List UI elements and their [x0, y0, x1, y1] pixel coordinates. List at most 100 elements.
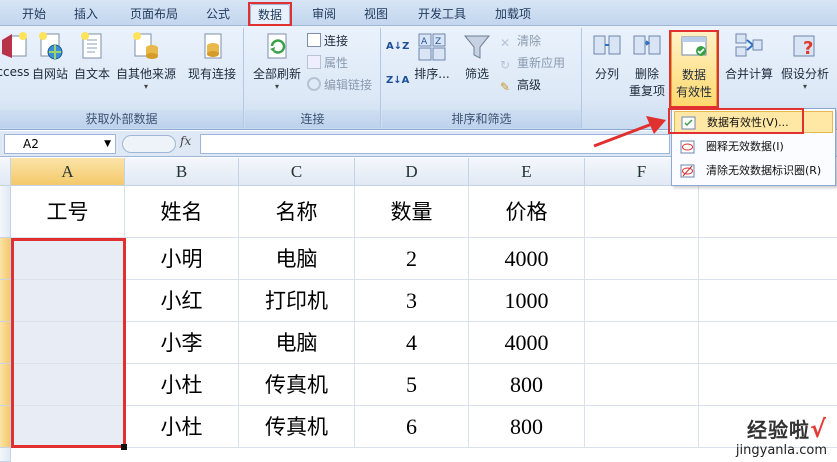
sort-descending-icon[interactable]: Z↓A — [386, 72, 409, 90]
from-access-button[interactable]: ccess — [0, 30, 30, 79]
cell-b1[interactable]: 姓名 — [125, 186, 239, 238]
cell-b3[interactable]: 小红 — [125, 280, 239, 322]
tab-formulas[interactable]: 公式 — [196, 4, 240, 24]
cell-g4[interactable] — [699, 322, 837, 364]
cell-b6[interactable]: 小杜 — [125, 406, 239, 448]
row-header-4[interactable] — [0, 322, 11, 364]
menu-item-clear-circles[interactable]: 清除无效数据标识圈(R) — [674, 160, 833, 182]
cell-e1[interactable]: 价格 — [469, 186, 585, 238]
name-box[interactable]: A2 ▼ — [4, 134, 116, 154]
select-all-corner[interactable] — [0, 158, 11, 186]
tab-page-layout[interactable]: 页面布局 — [118, 4, 190, 24]
consolidate-button[interactable]: 合并计算 — [723, 30, 775, 82]
row-header-5[interactable] — [0, 364, 11, 406]
cell-a6[interactable] — [11, 406, 125, 448]
cell-a5[interactable] — [11, 364, 125, 406]
row-header-3[interactable] — [0, 280, 11, 322]
cell-c4[interactable]: 电脑 — [239, 322, 355, 364]
column-header-c[interactable]: C — [239, 158, 355, 186]
refresh-all-button[interactable]: 全部刷新 ▾ — [249, 30, 305, 91]
tab-developer[interactable]: 开发工具 — [408, 4, 476, 24]
cell-c6[interactable]: 传真机 — [239, 406, 355, 448]
sort-button[interactable]: A Z 排序... — [412, 30, 452, 82]
chevron-down-icon[interactable]: ▼ — [104, 135, 111, 153]
cell-f3[interactable] — [585, 280, 699, 322]
cell-a3[interactable] — [11, 280, 125, 322]
cell-b2[interactable]: 小明 — [125, 238, 239, 280]
cell-e2[interactable]: 4000 — [469, 238, 585, 280]
cell-d6[interactable]: 6 — [355, 406, 469, 448]
row-header-1[interactable] — [0, 186, 11, 238]
web-icon — [39, 32, 63, 60]
cell-c5[interactable]: 传真机 — [239, 364, 355, 406]
column-header-e[interactable]: E — [469, 158, 585, 186]
cell-e4[interactable]: 4000 — [469, 322, 585, 364]
from-text-button[interactable]: 自文本 — [72, 30, 112, 82]
cell-f2[interactable] — [585, 238, 699, 280]
properties-button[interactable]: 属性 — [307, 54, 348, 72]
cell-d4[interactable]: 4 — [355, 322, 469, 364]
sort-ascending-icon[interactable]: A↓Z — [386, 38, 409, 56]
cell-e5[interactable]: 800 — [469, 364, 585, 406]
fill-handle[interactable] — [121, 444, 127, 450]
cell-f1[interactable] — [585, 186, 699, 238]
data-validation-small-icon — [681, 116, 696, 130]
cell-e3[interactable]: 1000 — [469, 280, 585, 322]
column-header-d[interactable]: D — [355, 158, 469, 186]
cell-g5[interactable] — [699, 364, 837, 406]
row-header-2[interactable] — [0, 238, 11, 280]
tab-home[interactable]: 开始 — [14, 4, 54, 24]
reapply-button[interactable]: ↻ 重新应用 — [500, 54, 565, 72]
row-header-6[interactable] — [0, 406, 11, 448]
cell-c2[interactable]: 电脑 — [239, 238, 355, 280]
remove-duplicates-button[interactable]: 删除 重复项 — [627, 30, 667, 99]
row-header-7[interactable] — [0, 448, 11, 462]
cell-d1[interactable]: 数量 — [355, 186, 469, 238]
tab-review[interactable]: 审阅 — [302, 4, 346, 24]
from-other-sources-button[interactable]: 自其他来源 ▾ — [114, 30, 178, 91]
tab-view[interactable]: 视图 — [354, 4, 398, 24]
tab-addins[interactable]: 加载项 — [484, 4, 542, 24]
name-box-value: A2 — [23, 137, 39, 151]
cell-f4[interactable] — [585, 322, 699, 364]
cell-f6[interactable] — [585, 406, 699, 448]
reapply-label: 重新应用 — [517, 56, 566, 70]
cell-d2[interactable]: 2 — [355, 238, 469, 280]
from-web-button[interactable]: 自网站 — [30, 30, 70, 82]
data-validation-label-2: 有效性 — [675, 85, 712, 99]
cell-c3[interactable]: 打印机 — [239, 280, 355, 322]
connections-button[interactable]: 连接 — [307, 32, 348, 50]
what-if-analysis-button[interactable]: ? 假设分析 ▾ — [775, 30, 835, 91]
column-header-a[interactable]: A — [11, 158, 125, 186]
text-to-columns-button[interactable]: 分列 — [587, 30, 627, 82]
edit-links-button[interactable]: 编辑链接 — [307, 76, 372, 94]
group-label-sort-filter: 排序和筛选 — [382, 110, 581, 128]
cell-g2[interactable] — [699, 238, 837, 280]
cell-g1[interactable] — [699, 186, 837, 238]
tab-insert[interactable]: 插入 — [64, 4, 108, 24]
cell-e6[interactable]: 800 — [469, 406, 585, 448]
column-header-b[interactable]: B — [125, 158, 239, 186]
existing-connections-button[interactable]: 现有连接 — [184, 30, 240, 82]
tab-data[interactable]: 数据 — [250, 4, 290, 24]
cell-a4[interactable] — [11, 322, 125, 364]
filter-button[interactable]: 筛选 — [460, 30, 494, 82]
cell-d3[interactable]: 3 — [355, 280, 469, 322]
fx-icon[interactable]: fx — [180, 134, 191, 148]
cell-b4[interactable]: 小李 — [125, 322, 239, 364]
data-validation-button[interactable]: 数据 有效性 — [671, 30, 717, 110]
cell-b5[interactable]: 小杜 — [125, 364, 239, 406]
cell-g3[interactable] — [699, 280, 837, 322]
menu-item-data-validation[interactable]: 数据有效性(V)... — [674, 111, 833, 133]
menu-item-circle-invalid[interactable]: 圈释无效数据(I) — [674, 136, 833, 158]
cell-a1[interactable]: 工号 — [11, 186, 125, 238]
cell-d5[interactable]: 5 — [355, 364, 469, 406]
group-label-external: 获取外部数据 — [0, 110, 243, 128]
cell-a2[interactable] — [11, 238, 125, 280]
cell-c1[interactable]: 名称 — [239, 186, 355, 238]
advanced-filter-button[interactable]: ✎ 高级 — [500, 76, 541, 94]
cell-f5[interactable] — [585, 364, 699, 406]
consolidate-icon — [735, 33, 763, 57]
formula-scroll-handle[interactable] — [122, 135, 176, 153]
clear-filter-button[interactable]: ✕ 清除 — [500, 32, 541, 50]
